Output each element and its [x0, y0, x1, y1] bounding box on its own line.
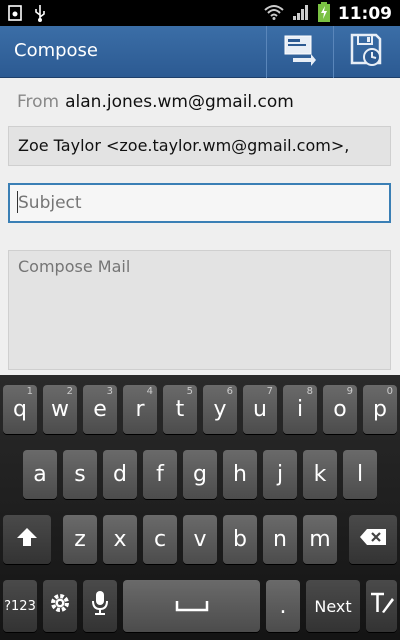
save-draft-icon	[350, 33, 384, 71]
key-a[interactable]: a	[23, 450, 57, 499]
from-label: From	[17, 92, 60, 112]
signal-icon	[292, 3, 310, 25]
shift-key[interactable]	[3, 515, 51, 564]
text-style-key[interactable]	[366, 580, 397, 632]
key-i[interactable]: 8i	[283, 385, 317, 434]
key-e[interactable]: 3e	[83, 385, 117, 434]
key-m[interactable]: m	[303, 515, 337, 564]
page-title: Compose	[14, 40, 99, 61]
key-z[interactable]: z	[63, 515, 97, 564]
key-d[interactable]: d	[103, 450, 137, 499]
soft-keyboard: 1q 2w 3e 4r 5t 6y 7u 8i 9o 0p a s d f g …	[0, 375, 400, 640]
key-t[interactable]: 5t	[163, 385, 197, 434]
usb-icon	[34, 4, 46, 26]
backspace-key[interactable]	[349, 515, 397, 564]
key-k[interactable]: k	[303, 450, 337, 499]
microphone-icon	[91, 590, 109, 622]
backspace-icon	[359, 527, 387, 552]
screenshot-icon	[8, 5, 22, 25]
send-button[interactable]	[266, 26, 332, 78]
key-c[interactable]: c	[143, 515, 177, 564]
battery-charging-icon	[317, 2, 330, 26]
compose-form: From alan.jones.wm@gmail.com Zoe Taylor <…	[0, 78, 400, 375]
key-j[interactable]: j	[263, 450, 297, 499]
key-o[interactable]: 9o	[323, 385, 357, 434]
text-cursor	[17, 191, 18, 213]
settings-key[interactable]	[43, 580, 77, 632]
to-field[interactable]: Zoe Taylor <zoe.taylor.wm@gmail.com>,	[8, 126, 391, 166]
key-y[interactable]: 6y	[203, 385, 237, 434]
key-u[interactable]: 7u	[243, 385, 277, 434]
period-key[interactable]: .	[266, 580, 300, 632]
key-s[interactable]: s	[63, 450, 97, 499]
key-p[interactable]: 0p	[363, 385, 397, 434]
key-q[interactable]: 1q	[3, 385, 37, 434]
voice-input-key[interactable]	[83, 580, 117, 632]
subject-input[interactable]	[8, 183, 391, 223]
key-x[interactable]: x	[103, 515, 137, 564]
action-bar: Compose	[0, 26, 400, 78]
next-key[interactable]: Next	[306, 580, 360, 632]
key-h[interactable]: h	[223, 450, 257, 499]
key-g[interactable]: g	[183, 450, 217, 499]
compose-mail-input[interactable]	[8, 250, 391, 370]
key-l[interactable]: l	[343, 450, 377, 499]
key-w[interactable]: 2w	[43, 385, 77, 434]
symbols-key[interactable]: ?123	[3, 580, 37, 632]
send-icon	[283, 34, 317, 70]
status-bar: 11:09	[0, 0, 400, 26]
key-v[interactable]: v	[183, 515, 217, 564]
key-b[interactable]: b	[223, 515, 257, 564]
key-r[interactable]: 4r	[123, 385, 157, 434]
from-row: From alan.jones.wm@gmail.com	[17, 92, 294, 112]
status-time: 11:09	[337, 4, 392, 24]
space-icon	[175, 594, 209, 619]
save-draft-button[interactable]	[333, 26, 399, 78]
from-address: alan.jones.wm@gmail.com	[65, 92, 294, 112]
key-n[interactable]: n	[263, 515, 297, 564]
key-f[interactable]: f	[143, 450, 177, 499]
text-style-icon	[370, 592, 394, 620]
shift-icon	[16, 526, 38, 554]
settings-icon	[49, 592, 71, 620]
wifi-icon	[264, 4, 284, 24]
space-key[interactable]	[123, 580, 260, 632]
